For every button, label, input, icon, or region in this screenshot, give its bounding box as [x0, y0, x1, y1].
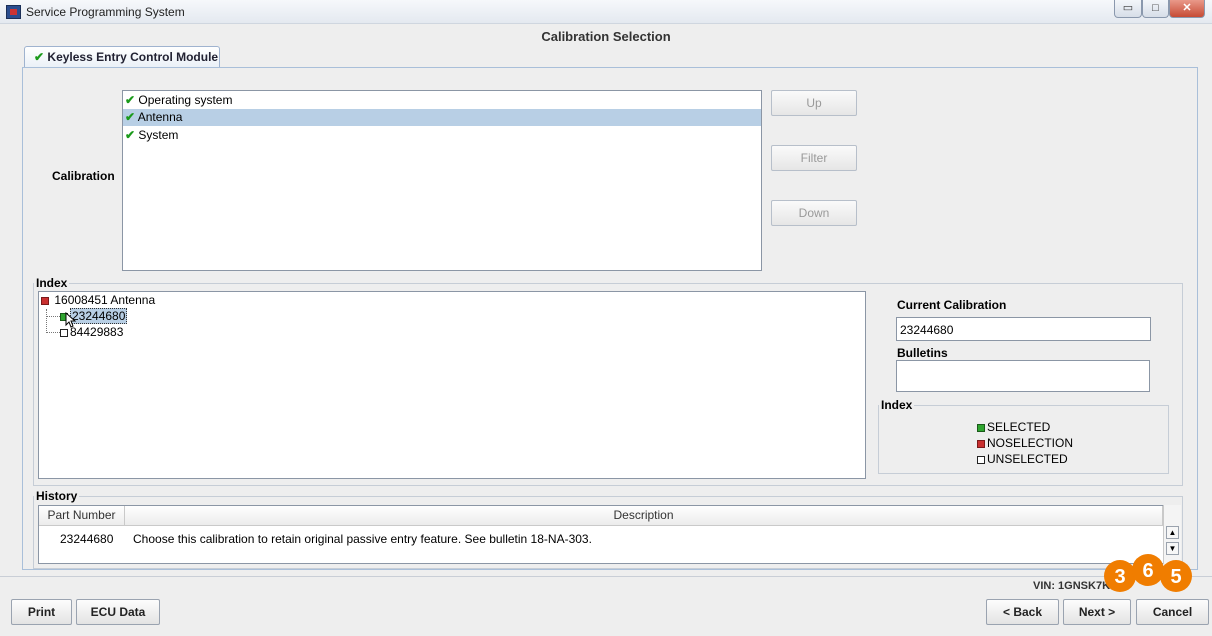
- history-group-legend: History: [36, 489, 78, 503]
- up-button[interactable]: Up: [771, 90, 857, 116]
- current-calibration-label: Current Calibration: [897, 298, 1007, 312]
- noselection-icon: [41, 296, 49, 305]
- print-button[interactable]: Print: [11, 599, 72, 625]
- check-icon: ✔: [34, 50, 45, 64]
- column-header-description[interactable]: Description: [125, 506, 1163, 526]
- svg-text:3: 3: [1114, 566, 1125, 588]
- calibration-label: Calibration: [52, 169, 115, 183]
- tab-keyless-entry-control-module[interactable]: ✔ Keyless Entry Control Module: [24, 46, 220, 68]
- legend-noselection: NOSELECTION: [977, 436, 1073, 450]
- calibration-list[interactable]: ✔ Operating system ✔ Antenna ✔ System: [122, 90, 762, 271]
- check-icon: ✔: [125, 128, 136, 142]
- tree-node-label: 84429883: [70, 325, 124, 339]
- legend-label: UNSELECTED: [987, 452, 1068, 466]
- minimize-button[interactable]: ▭: [1114, 0, 1142, 18]
- maximize-button[interactable]: □: [1142, 0, 1169, 18]
- tree-connector: [46, 309, 47, 333]
- down-button[interactable]: Down: [771, 200, 857, 226]
- legend-selected: SELECTED: [977, 420, 1050, 434]
- back-button[interactable]: < Back: [986, 599, 1059, 625]
- index-tree[interactable]: 16008451 Antenna 23244680 84429883: [38, 291, 866, 479]
- scroll-up-icon[interactable]: ▲: [1166, 526, 1179, 539]
- bulletins-label: Bulletins: [897, 346, 948, 360]
- next-button[interactable]: Next >: [1063, 599, 1131, 625]
- window-title: Service Programming System: [26, 5, 185, 19]
- legend-label: NOSELECTION: [987, 436, 1074, 450]
- index-group-legend: Index: [36, 276, 68, 290]
- column-header-part-number[interactable]: Part Number: [39, 506, 125, 526]
- history-cell-part-number: 23244680: [60, 532, 114, 546]
- vin-label: VIN: 1GNSK7K: [1033, 580, 1111, 592]
- tree-node-label: 23244680: [70, 308, 128, 324]
- ecu-data-button[interactable]: ECU Data: [76, 599, 160, 625]
- calibration-item-label: Operating system: [138, 93, 233, 107]
- check-icon: ✔: [125, 110, 136, 124]
- watermark-logo: 3 6 5: [1104, 554, 1192, 592]
- legend-unselected: UNSELECTED: [977, 452, 1068, 466]
- tree-connector: [46, 316, 60, 317]
- history-table[interactable]: Part Number Description 23244680 Choose …: [38, 505, 1181, 564]
- unselected-icon: [60, 328, 68, 337]
- bulletins-field[interactable]: [896, 360, 1150, 392]
- cancel-button[interactable]: Cancel: [1136, 599, 1209, 625]
- tree-connector: [46, 332, 60, 333]
- tab-label: Keyless Entry Control Module: [47, 50, 219, 64]
- close-button[interactable]: ✕: [1169, 0, 1205, 18]
- history-cell-description: Choose this calibration to retain origin…: [133, 532, 592, 546]
- svg-text:6: 6: [1142, 560, 1153, 582]
- calibration-item-operating-system[interactable]: ✔ Operating system: [123, 92, 761, 109]
- index-legend-title: Index: [881, 398, 913, 412]
- check-icon: ✔: [125, 93, 136, 107]
- legend-label: SELECTED: [987, 420, 1051, 434]
- status-divider: [0, 576, 1212, 577]
- app-icon: [6, 5, 21, 19]
- calibration-item-label: Antenna: [137, 110, 183, 124]
- tree-node-root[interactable]: 16008451 Antenna: [41, 293, 155, 307]
- mouse-cursor-icon: [65, 312, 77, 328]
- svg-text:5: 5: [1170, 566, 1181, 588]
- panel-title: Calibration Selection: [541, 29, 671, 44]
- selected-icon: [977, 423, 985, 432]
- calibration-item-antenna[interactable]: ✔ Antenna: [123, 109, 761, 126]
- tree-node-label: 16008451 Antenna: [54, 293, 156, 307]
- calibration-item-system[interactable]: ✔ System: [123, 127, 761, 144]
- current-calibration-field[interactable]: 23244680: [896, 317, 1151, 341]
- calibration-item-label: System: [138, 128, 179, 142]
- noselection-icon: [977, 439, 985, 448]
- filter-button[interactable]: Filter: [771, 145, 857, 171]
- unselected-icon: [977, 455, 985, 464]
